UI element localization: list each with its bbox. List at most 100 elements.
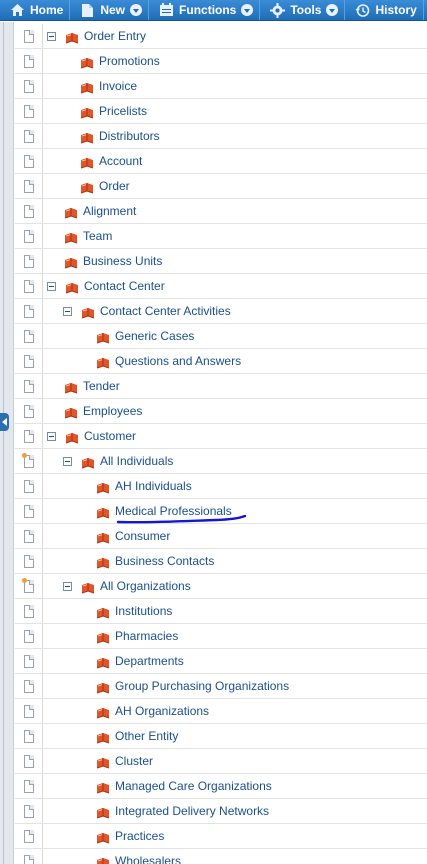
collapse-toggle-icon[interactable] bbox=[47, 281, 56, 291]
tree-node[interactable]: Questions and Answers bbox=[96, 349, 241, 373]
tree-node-label[interactable]: Departments bbox=[115, 654, 184, 668]
chevron-down-icon[interactable] bbox=[241, 4, 254, 16]
tree-node[interactable]: Customer bbox=[47, 424, 136, 448]
tree-row[interactable]: Tender bbox=[15, 374, 427, 399]
tree-node[interactable]: Cluster bbox=[96, 749, 153, 773]
tree-node[interactable]: Invoice bbox=[80, 74, 137, 98]
tree-row[interactable]: Consumer bbox=[15, 524, 427, 549]
row-checkbox-cell[interactable] bbox=[15, 274, 43, 298]
tree-node-label[interactable]: Consumer bbox=[115, 529, 170, 543]
tree-node[interactable]: Managed Care Organizations bbox=[96, 774, 272, 798]
tree-row[interactable]: Cluster bbox=[15, 749, 427, 774]
tree-node[interactable]: Alignment bbox=[64, 199, 136, 223]
tree-node-label[interactable]: Wholesalers bbox=[115, 854, 181, 864]
history-button[interactable]: History bbox=[345, 0, 424, 20]
tree-node-label[interactable]: Other Entity bbox=[115, 729, 178, 743]
tree-node-label[interactable]: Practices bbox=[115, 829, 164, 843]
tree-node-label[interactable]: Account bbox=[99, 154, 142, 168]
tree-node[interactable]: Contact Center bbox=[47, 274, 165, 298]
tree-node-label[interactable]: Customer bbox=[84, 429, 136, 443]
tree-row[interactable]: Pricelists bbox=[15, 99, 427, 124]
tree-node[interactable]: Contact Center Activities bbox=[63, 299, 231, 323]
tree-node-label[interactable]: Order bbox=[99, 179, 130, 193]
tree-node-label[interactable]: Group Purchasing Organizations bbox=[115, 679, 289, 693]
tree-row[interactable]: Wholesalers bbox=[15, 849, 427, 864]
tree-node[interactable]: Order bbox=[80, 174, 130, 198]
tree-row[interactable]: Other Entity bbox=[15, 724, 427, 749]
collapse-toggle-icon[interactable] bbox=[63, 581, 72, 591]
tree-node[interactable]: Integrated Delivery Networks bbox=[96, 799, 269, 823]
row-checkbox-cell[interactable] bbox=[15, 724, 43, 748]
row-checkbox-cell[interactable] bbox=[15, 824, 43, 848]
row-checkbox-cell[interactable] bbox=[15, 774, 43, 798]
tree-node[interactable]: Tender bbox=[64, 374, 120, 398]
row-checkbox-cell[interactable] bbox=[15, 174, 43, 198]
tree-row[interactable]: Contact Center Activities bbox=[15, 299, 427, 324]
row-checkbox-cell[interactable] bbox=[15, 799, 43, 823]
collapse-toggle-icon[interactable] bbox=[63, 456, 72, 466]
tree-node-label[interactable]: Promotions bbox=[99, 54, 160, 68]
collapse-toggle-icon[interactable] bbox=[63, 306, 72, 316]
row-checkbox-cell[interactable] bbox=[15, 374, 43, 398]
tree-node-label[interactable]: Invoice bbox=[99, 79, 137, 93]
tree-node[interactable]: AH Individuals bbox=[96, 474, 192, 498]
tree-node[interactable]: Other Entity bbox=[96, 724, 178, 748]
row-checkbox-cell[interactable] bbox=[15, 549, 43, 573]
row-checkbox-cell[interactable] bbox=[15, 49, 43, 73]
tree-node[interactable]: Wholesalers bbox=[96, 849, 181, 864]
tree-row[interactable]: Business Units bbox=[15, 249, 427, 274]
tree-node-label[interactable]: Contact Center bbox=[84, 279, 165, 293]
chevron-down-icon[interactable] bbox=[326, 4, 339, 16]
tree-node[interactable]: Employees bbox=[64, 399, 142, 423]
row-checkbox-cell[interactable] bbox=[15, 424, 43, 448]
row-checkbox-cell[interactable] bbox=[15, 499, 43, 523]
tree-node-label[interactable]: Business Contacts bbox=[115, 554, 214, 568]
tree-row[interactable]: AH Organizations bbox=[15, 699, 427, 724]
tree-node[interactable]: Business Contacts bbox=[96, 549, 214, 573]
tree-row[interactable]: Business Contacts bbox=[15, 549, 427, 574]
tree-node[interactable]: Team bbox=[64, 224, 112, 248]
tree-node-label[interactable]: All Individuals bbox=[100, 454, 173, 468]
tree-row[interactable]: Generic Cases bbox=[15, 324, 427, 349]
tree-row[interactable]: Contact Center bbox=[15, 274, 427, 299]
tree-row[interactable]: All Organizations bbox=[15, 574, 427, 599]
tree-row[interactable]: Alignment bbox=[15, 199, 427, 224]
functions-button[interactable]: Functions bbox=[149, 0, 261, 20]
tree-node[interactable]: Promotions bbox=[80, 49, 160, 73]
tree-row[interactable]: Group Purchasing Organizations bbox=[15, 674, 427, 699]
tree-row[interactable]: Institutions bbox=[15, 599, 427, 624]
tools-button[interactable]: Tools bbox=[260, 0, 346, 20]
row-checkbox-cell[interactable] bbox=[15, 674, 43, 698]
tree-row[interactable]: Practices bbox=[15, 824, 427, 849]
row-checkbox-cell[interactable] bbox=[15, 249, 43, 273]
tree-row[interactable]: Managed Care Organizations bbox=[15, 774, 427, 799]
row-checkbox-cell[interactable] bbox=[15, 624, 43, 648]
tree-node[interactable]: All Organizations bbox=[63, 574, 191, 598]
row-checkbox-cell[interactable] bbox=[15, 474, 43, 498]
tree-node[interactable]: Generic Cases bbox=[96, 324, 194, 348]
tree-node[interactable]: Institutions bbox=[96, 599, 172, 623]
row-checkbox-cell[interactable] bbox=[15, 149, 43, 173]
row-checkbox-cell[interactable] bbox=[15, 699, 43, 723]
tree-node-label[interactable]: Employees bbox=[83, 404, 142, 418]
tree-node[interactable]: Pricelists bbox=[80, 99, 147, 123]
row-checkbox-cell[interactable] bbox=[15, 224, 43, 248]
tree-node-label[interactable]: AH Organizations bbox=[115, 704, 209, 718]
tree-row[interactable]: Departments bbox=[15, 649, 427, 674]
row-checkbox-cell[interactable] bbox=[15, 99, 43, 123]
tree-node[interactable]: AH Organizations bbox=[96, 699, 209, 723]
tree-node-label[interactable]: Alignment bbox=[83, 204, 136, 218]
tree-node-label[interactable]: Business Units bbox=[83, 254, 162, 268]
tree-node[interactable]: Practices bbox=[96, 824, 164, 848]
tree-row[interactable]: All Individuals bbox=[15, 449, 427, 474]
tree-node-label[interactable]: Pricelists bbox=[99, 104, 147, 118]
tree-row[interactable]: Questions and Answers bbox=[15, 349, 427, 374]
tree-node-label[interactable]: Cluster bbox=[115, 754, 153, 768]
tree-row[interactable]: Integrated Delivery Networks bbox=[15, 799, 427, 824]
row-checkbox-cell[interactable] bbox=[15, 524, 43, 548]
row-checkbox-cell[interactable] bbox=[15, 24, 43, 48]
home-button[interactable]: Home bbox=[0, 0, 71, 20]
row-checkbox-cell[interactable] bbox=[15, 199, 43, 223]
row-checkbox-cell[interactable] bbox=[15, 399, 43, 423]
tree-row[interactable]: Account bbox=[15, 149, 427, 174]
